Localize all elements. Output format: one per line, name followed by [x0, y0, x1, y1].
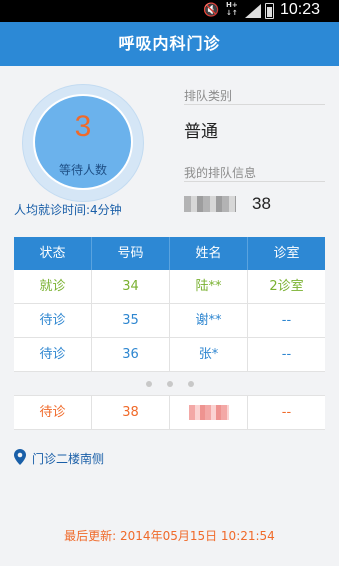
column-header-name: 姓名: [170, 237, 248, 270]
page-title: 呼吸内科门诊: [118, 34, 221, 53]
network-indicator: H+ ↓↑: [226, 1, 238, 17]
mute-icon: 🔇: [203, 3, 220, 18]
waiting-label: 等待人数: [58, 163, 107, 177]
status-bar: 🔇 H+ ↓↑ 10:23: [0, 0, 339, 22]
network-type: H+: [226, 1, 238, 9]
row-room: --: [281, 405, 292, 420]
column-header-status: 状态: [14, 237, 92, 270]
battery-icon: [265, 3, 274, 19]
row-status: 待诊: [14, 304, 92, 337]
row-name: 谢**: [170, 304, 248, 337]
row-name: [170, 396, 248, 429]
location-text: 门诊二楼南侧: [32, 452, 105, 466]
last-updated: 最后更新: 2014年05月15日 10:21:54: [64, 529, 275, 543]
table-row: 就诊 34 陆** 2诊室: [14, 270, 325, 304]
column-header-room: 诊室: [273, 246, 300, 261]
my-queue-row: 待诊 38 --: [14, 395, 325, 430]
row-status: 待诊: [14, 338, 92, 371]
page-dot: [146, 381, 152, 387]
queue-table: 状态 号码 姓名 诊室 就诊 34 陆** 2诊室 待诊 35 谢** -- 待…: [14, 237, 325, 372]
queue-type-value: 普通: [184, 122, 218, 142]
row-number: 36: [92, 338, 170, 371]
network-arrows: ↓↑: [226, 9, 238, 17]
location-pin-icon: [14, 449, 26, 465]
row-name: 陆**: [170, 270, 248, 303]
row-room: --: [281, 313, 292, 328]
row-status: 就诊: [14, 270, 92, 303]
title-bar: 呼吸内科门诊: [0, 22, 339, 66]
my-name-blurred: [184, 196, 236, 212]
row-number: 35: [92, 304, 170, 337]
row-room: --: [281, 347, 292, 362]
table-header: 状态 号码 姓名 诊室: [14, 237, 325, 270]
clock: 10:23: [280, 1, 321, 18]
signal-icon: [245, 4, 261, 18]
column-header-number: 号码: [92, 237, 170, 270]
page-dot: [188, 381, 194, 387]
divider: [184, 181, 325, 182]
table-row: 待诊 36 张* --: [14, 338, 325, 372]
page-indicator: [146, 381, 194, 387]
my-queue-number: 38: [252, 194, 271, 213]
waiting-count: 3: [74, 110, 92, 143]
table-row: 待诊 35 谢** --: [14, 304, 325, 338]
row-number: 34: [92, 270, 170, 303]
my-queue-label: 我的排队信息: [184, 166, 257, 180]
average-visit-time: 人均就诊时间:4分钟: [14, 203, 122, 217]
row-name: 张*: [170, 338, 248, 371]
queue-type-label: 排队类别: [184, 89, 233, 103]
table-row: 待诊 38 --: [14, 396, 325, 430]
row-number: 38: [92, 396, 170, 429]
page-dot: [167, 381, 173, 387]
divider: [184, 104, 325, 105]
row-room: 2诊室: [269, 279, 304, 294]
row-status: 待诊: [14, 396, 92, 429]
name-blurred: [188, 405, 229, 420]
